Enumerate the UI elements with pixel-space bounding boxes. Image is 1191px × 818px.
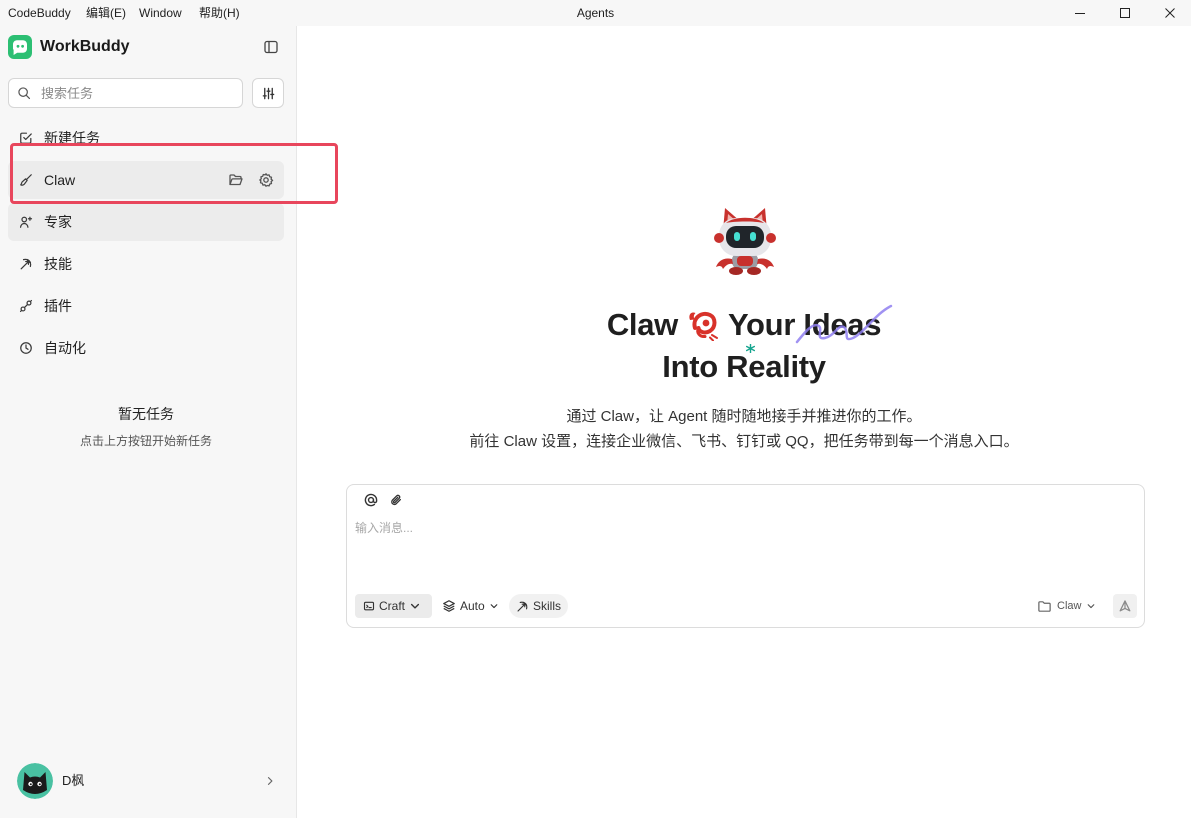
filter-button[interactable]: [252, 78, 284, 108]
lobster-icon: [686, 307, 720, 341]
main-panel: Claw Your Ideas Into Reality 通过 Claw，让 Ag…: [297, 26, 1191, 818]
search-box: [8, 78, 243, 108]
skills-label: Skills: [533, 599, 562, 613]
sidebar-item-plugins[interactable]: 插件: [8, 287, 284, 325]
brand-name: WorkBuddy: [40, 38, 130, 55]
maximize-button[interactable]: [1104, 0, 1146, 26]
avatar[interactable]: [17, 763, 53, 799]
chevron-down-icon: [489, 601, 499, 611]
minimize-button[interactable]: [1059, 0, 1101, 26]
sidebar-item-label: 技能: [44, 256, 72, 272]
sidebar-toggle-icon[interactable]: [263, 39, 279, 55]
hero-description: 通过 Claw，让 Agent 随时随地接手并推进你的工作。 前往 Claw 设…: [297, 404, 1191, 454]
gear-icon[interactable]: [258, 172, 274, 188]
sidebar: WorkBuddy 新建任务 Claw: [0, 26, 297, 818]
pickaxe-icon: [516, 600, 529, 613]
send-icon: [1118, 599, 1132, 613]
sidebar-item-automation[interactable]: 自动化: [8, 329, 284, 367]
craft-icon: [363, 600, 375, 612]
empty-state-title: 暂无任务: [118, 406, 174, 422]
mode-select-button[interactable]: Craft: [355, 594, 432, 618]
empty-state-hint: 点击上方按钮开始新任务: [79, 434, 212, 448]
hero-heading-claw: Claw: [606, 307, 678, 342]
model-select-button[interactable]: Auto: [442, 594, 499, 618]
claw-brush-icon: [19, 173, 33, 187]
at-mention-icon[interactable]: [364, 493, 378, 507]
sparkle-asterisk-icon: [746, 344, 755, 353]
hero-heading-line-2: Into Reality: [662, 349, 826, 384]
workspace-label: Claw: [1057, 600, 1082, 612]
sidebar-item-claw[interactable]: Claw: [8, 161, 284, 199]
chevron-down-icon: [409, 600, 421, 612]
user-name[interactable]: D枫: [62, 772, 84, 790]
sidebar-item-label: Claw: [44, 172, 76, 188]
folder-icon: [1037, 599, 1052, 614]
workspace-select-button[interactable]: Claw: [1037, 594, 1096, 618]
mode-label: Craft: [379, 599, 406, 613]
hero-heading: Claw Your Ideas Into Reality: [297, 304, 1191, 388]
sidebar-item-label: 专家: [44, 214, 72, 230]
sidebar-item-skills[interactable]: 技能: [8, 245, 284, 283]
plugin-icon: [19, 299, 33, 313]
close-window-button[interactable]: [1149, 0, 1191, 26]
close-icon: [1165, 8, 1175, 18]
maximize-icon: [1120, 8, 1130, 18]
clock-icon: [19, 341, 33, 355]
paperclip-icon[interactable]: [389, 493, 403, 507]
folder-open-icon[interactable]: [228, 172, 244, 188]
minimize-icon: [1075, 8, 1085, 18]
workbuddy-logo-icon: [8, 35, 32, 59]
sidebar-item-new-task[interactable]: 新建任务: [8, 119, 284, 157]
sidebar-item-label: 插件: [44, 298, 72, 314]
chevron-down-icon: [1086, 601, 1096, 611]
hero-description-line-1: 通过 Claw，让 Agent 随时随地接手并推进你的工作。: [566, 408, 922, 425]
message-input[interactable]: [355, 520, 1135, 574]
hero-description-line-2: 前往 Claw 设置，连接企业微信、飞书、钉钉或 QQ，把任务带到每一个消息入口…: [469, 433, 1019, 450]
sliders-icon: [261, 86, 276, 101]
chevron-right-icon[interactable]: [264, 775, 276, 787]
window-title: Agents: [576, 6, 615, 20]
message-composer: Craft Auto Skills Claw: [346, 484, 1145, 628]
hero-heading-line-1: Claw Your Ideas: [297, 304, 1191, 346]
search-icon: [17, 86, 31, 100]
send-button[interactable]: [1113, 594, 1137, 618]
new-task-icon: [19, 131, 33, 145]
sidebar-item-experts[interactable]: 专家: [8, 203, 284, 241]
layers-icon: [442, 599, 456, 613]
sidebar-item-label: 自动化: [44, 340, 86, 356]
robot-mascot-image: [708, 203, 782, 277]
pickaxe-icon: [19, 257, 33, 271]
scribble-decoration-icon: [795, 302, 893, 348]
model-label: Auto: [460, 599, 485, 613]
experts-icon: [19, 215, 33, 229]
skills-button[interactable]: Skills: [509, 594, 569, 618]
sidebar-item-label: 新建任务: [44, 130, 100, 146]
title-bar: CodeBuddy 编辑(E) Window 帮助(H) Agents: [0, 0, 1191, 26]
search-input[interactable]: [41, 79, 236, 107]
